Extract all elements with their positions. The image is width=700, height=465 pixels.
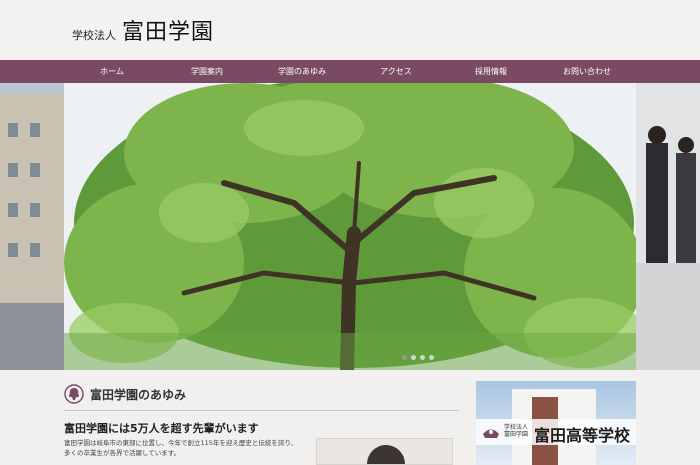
banner-corp-line: 学校法人 bbox=[504, 424, 529, 431]
hero-slider[interactable] bbox=[0, 83, 700, 370]
slide-current-tree-image bbox=[64, 83, 636, 370]
main-nav: ホーム 学園案内 学園のあゆみ アクセス 採用情報 お問い合わせ bbox=[0, 60, 700, 83]
slide-prev-preview[interactable] bbox=[0, 83, 64, 370]
banner-corp-line: 富田学園 bbox=[504, 431, 529, 438]
history-section-heading: 富田学園のあゆみ bbox=[64, 384, 186, 404]
slider-dot-1[interactable] bbox=[402, 355, 407, 360]
logo-title: 富田学園 bbox=[122, 20, 215, 45]
slider-dot-3[interactable] bbox=[420, 355, 425, 360]
nav-about[interactable]: 学園案内 bbox=[191, 60, 223, 83]
section-divider bbox=[64, 410, 459, 411]
history-lead: 富田学園には5万人を超す先輩がいます bbox=[64, 422, 259, 435]
history-body-line: 富田学園は岐阜市の東部に位置し、今年で創立115年を迎え歴史と伝統を誇り、 bbox=[64, 439, 298, 447]
slide-next-preview[interactable] bbox=[636, 83, 700, 370]
tree-image bbox=[64, 83, 636, 370]
history-body: 富田学園は岐阜市の東部に位置し、今年で創立115年を迎え歴史と伝統を誇り、 多く… bbox=[64, 438, 309, 458]
school-crest-icon bbox=[483, 429, 499, 438]
nav-access[interactable]: アクセス bbox=[380, 60, 412, 83]
founder-photo bbox=[316, 438, 453, 465]
nav-home[interactable]: ホーム bbox=[100, 60, 124, 83]
nav-history[interactable]: 学園のあゆみ bbox=[278, 60, 326, 83]
nav-recruit[interactable]: 採用情報 bbox=[475, 60, 507, 83]
students-image bbox=[636, 83, 700, 370]
site-logo[interactable]: 学校法人 富田学園 bbox=[72, 14, 214, 46]
nav-contact[interactable]: お問い合わせ bbox=[563, 60, 611, 83]
history-body-line: 多くの卒業生が各界で活躍しています。 bbox=[64, 449, 181, 457]
slider-dot-2[interactable] bbox=[411, 355, 416, 360]
logo-subtitle: 学校法人 bbox=[72, 29, 116, 42]
banner-title: 富田高等学校 bbox=[534, 426, 631, 445]
tree-emblem-icon bbox=[64, 384, 84, 404]
site-header: 学校法人 富田学園 bbox=[0, 0, 700, 60]
tomita-high-school-banner[interactable]: 学校法人 富田学園 富田高等学校 bbox=[476, 381, 636, 465]
slider-dot-4[interactable] bbox=[429, 355, 434, 360]
banner-corp-label: 学校法人 富田学園 bbox=[504, 424, 528, 438]
section-title: 富田学園のあゆみ bbox=[90, 387, 187, 402]
slider-dots bbox=[402, 355, 434, 360]
